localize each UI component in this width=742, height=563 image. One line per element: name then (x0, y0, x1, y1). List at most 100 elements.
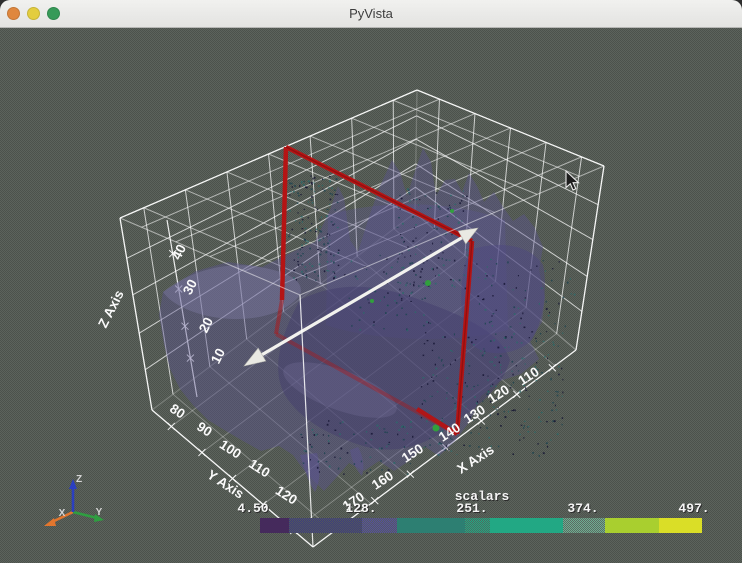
point-speckle (538, 454, 540, 457)
point-speckle (334, 223, 336, 225)
point-speckle (523, 425, 525, 427)
point-speckle (310, 188, 313, 191)
point-speckle (426, 232, 428, 234)
point-speckle (406, 473, 409, 475)
point-speckle (558, 261, 560, 263)
point-speckle (289, 233, 291, 235)
point-speckle (564, 325, 566, 328)
point-speckle (309, 443, 311, 446)
point-speckle (329, 239, 331, 242)
point-speckle (442, 252, 444, 254)
point-speckle (520, 424, 523, 426)
scalar-bar[interactable] (260, 518, 702, 533)
point-speckle (551, 268, 554, 270)
point-speckle (373, 321, 375, 324)
point-speckle (440, 241, 443, 244)
point-speckle (431, 376, 433, 378)
orientation-x-arrowhead (44, 518, 56, 526)
point-speckle (379, 299, 381, 302)
point-speckle (516, 341, 518, 344)
point-speckle (319, 218, 321, 221)
point-speckle (379, 254, 381, 257)
point-speckle (421, 298, 424, 300)
point-speckle (546, 390, 549, 392)
point-speckle (329, 203, 331, 206)
point-speckle (433, 342, 435, 345)
title-bar[interactable]: PyVista (0, 0, 742, 28)
point-speckle (517, 307, 520, 309)
point-speckle (490, 385, 492, 387)
point-speckle (328, 420, 330, 422)
point-speckle (311, 183, 313, 185)
point-speckle (309, 459, 311, 461)
point-speckle (482, 374, 485, 376)
point-speckle (378, 447, 381, 450)
point-speckle (540, 411, 543, 414)
point-speckle (334, 272, 336, 274)
point-speckle (387, 304, 389, 307)
point-speckle (293, 190, 295, 193)
point-speckle (431, 395, 433, 397)
point-speckle (322, 178, 324, 181)
point-speckle (411, 291, 414, 293)
point-speckle (383, 296, 385, 299)
scalar-bar-segment (260, 518, 289, 533)
point-speckle (332, 224, 334, 226)
point-speckle (415, 198, 418, 201)
point-speckle (328, 465, 331, 468)
point-speckle (410, 300, 412, 302)
point-speckle (305, 242, 307, 245)
orientation-x-label: X (59, 508, 66, 519)
point-speckle (453, 259, 456, 262)
point-speckle (477, 277, 480, 279)
point-speckle (495, 409, 498, 411)
point-speckle (570, 293, 573, 295)
point-speckle (466, 254, 469, 257)
point-speckle (482, 299, 484, 301)
orientation-axes-widget[interactable]: X Y Z (44, 474, 104, 526)
point-speckle (465, 249, 468, 251)
point-speckle (454, 402, 456, 404)
point-speckle (490, 320, 493, 323)
point-speckle (429, 287, 432, 289)
point-speckle (427, 383, 429, 385)
point-speckle (366, 269, 368, 271)
point-speckle (298, 194, 300, 197)
point-speckle (482, 400, 484, 403)
point-speckle (470, 432, 472, 434)
isosurface-mesh (159, 148, 576, 492)
point-speckle (413, 199, 415, 201)
3d-scene[interactable]: 102030408090100110120 1701601501401301201… (0, 0, 742, 563)
point-speckle (442, 364, 444, 367)
point-speckle (447, 208, 449, 210)
point-speckle (413, 284, 415, 286)
point-speckle (556, 433, 559, 435)
pyvista-window: PyVista 10 20 30 40 80 90 100 110 120 170 160 150 14… (0, 0, 742, 563)
point-speckle (405, 313, 408, 316)
point-speckle (426, 420, 428, 423)
point-speckle (525, 387, 527, 389)
box-edge (575, 165, 605, 351)
minimize-button[interactable] (27, 7, 40, 20)
point-speckle (471, 341, 473, 344)
point-speckle (556, 394, 559, 397)
point-speckle (535, 337, 537, 339)
point-speckle (290, 182, 293, 185)
point-speckle (504, 416, 507, 419)
point-speckle (385, 272, 388, 275)
point-speckle (440, 360, 443, 362)
zoom-button[interactable] (47, 7, 60, 20)
point-speckle (300, 255, 302, 257)
point-speckle (288, 179, 290, 182)
point-speckle (289, 182, 291, 185)
point-speckle (343, 473, 345, 475)
render-viewport[interactable]: 10 20 30 40 80 90 100 110 120 170 160 150 140 130 120 1… (0, 28, 742, 563)
point-speckle (528, 395, 530, 397)
close-button[interactable] (7, 7, 20, 20)
point-speckle (326, 269, 328, 272)
point-speckle (314, 271, 316, 273)
point-speckle (512, 453, 514, 455)
point-speckle (523, 437, 525, 439)
point-speckle (404, 256, 406, 258)
point-speckle (399, 288, 401, 291)
